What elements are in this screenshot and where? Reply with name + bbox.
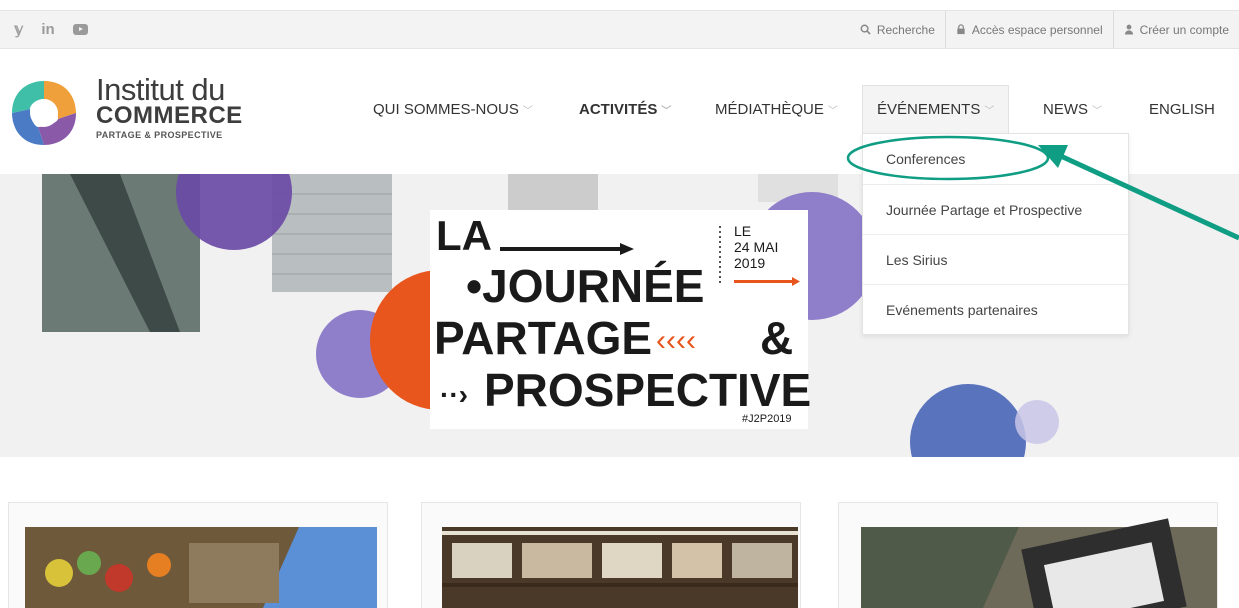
search-link[interactable]: Recherche <box>850 11 945 48</box>
dropdown-item-journee[interactable]: Journée Partage et Prospective <box>863 184 1128 234</box>
linkedin-icon[interactable]: in <box>41 22 54 37</box>
poster-date-year: 2019 <box>734 255 765 271</box>
content-card[interactable] <box>421 502 801 608</box>
personal-space-label: Accès espace personnel <box>971 22 1103 37</box>
nav-label: ÉVÉNEMENTS <box>877 101 981 118</box>
nav-item-mediatheque[interactable]: MÉDIATHÈQUE ﹀ <box>715 85 838 133</box>
dropdown-label: Journée Partage et Prospective <box>886 201 1083 218</box>
create-account-label: Créer un compte <box>1139 22 1229 37</box>
card-image-market <box>25 527 377 608</box>
twitter-icon[interactable]: 𝕪 <box>14 22 23 37</box>
blue-circle <box>910 384 1026 457</box>
nav-item-english[interactable]: ENGLISH <box>1149 85 1215 133</box>
poster-date-le: LE <box>734 223 751 239</box>
chevron-down-icon: ﹀ <box>827 105 838 117</box>
lock-icon <box>957 24 965 35</box>
nav-item-evenements[interactable]: ÉVÉNEMENTS ﹀ <box>862 85 1010 133</box>
create-account-link[interactable]: Créer un compte <box>1112 11 1239 48</box>
chevron-down-icon: ﹀ <box>522 105 533 117</box>
dropdown-label: Conferences <box>886 151 966 167</box>
nav-label: ACTIVITÉS <box>579 100 658 118</box>
evenements-dropdown: Conferences Journée Partage et Prospecti… <box>862 133 1129 335</box>
svg-text:‹‹‹‹: ‹‹‹‹ <box>656 324 696 357</box>
search-label: Recherche <box>876 22 935 37</box>
poster-prospective: PROSPECTIVE <box>484 364 811 416</box>
chevron-down-icon: ﹀ <box>661 105 672 117</box>
poster-partage: PARTAGE <box>434 312 652 364</box>
main-nav: QUI SOMMES-NOUS ﹀ ACTIVITÉS ﹀ MÉDIATHÈQUE ﹀… <box>0 85 1239 133</box>
poster-journee: •JOURNÉE <box>466 260 705 312</box>
user-icon <box>1124 24 1133 35</box>
dropdown-item-sirius[interactable]: Les Sirius <box>863 234 1128 284</box>
poster-date-day: 24 MAI <box>734 239 778 255</box>
nav-label: ENGLISH <box>1149 100 1215 118</box>
nav-label: QUI SOMMES-NOUS <box>373 100 519 118</box>
search-icon <box>860 24 871 35</box>
dropdown-label: Evénements partenaires <box>886 301 1038 318</box>
poster-hashtag: #J2P2019 <box>742 413 792 425</box>
poster-ampersand: & <box>760 312 793 364</box>
personal-space-link[interactable]: Accès espace personnel <box>944 11 1113 48</box>
card-image-desk <box>861 518 1217 608</box>
top-links: Recherche Accès espace personnel Créer u… <box>850 11 1239 48</box>
svg-text:··›: ··› <box>440 379 468 410</box>
top-bar: 𝕪 in Recherche Accès espace personnel Cr… <box>0 10 1239 49</box>
nav-label: NEWS <box>1043 100 1088 118</box>
nav-item-activites[interactable]: ACTIVITÉS ﹀ <box>579 85 671 133</box>
dropdown-item-conferences[interactable]: Conferences <box>863 134 1128 184</box>
social-links: 𝕪 in <box>14 11 88 48</box>
dropdown-item-partenaires[interactable]: Evénements partenaires <box>863 284 1128 334</box>
card-image-bookshelf <box>442 527 798 608</box>
nav-label: MÉDIATHÈQUE <box>715 100 824 118</box>
chevron-down-icon: ﹀ <box>1092 105 1102 117</box>
content-card[interactable] <box>8 502 388 608</box>
dropdown-label: Les Sirius <box>886 251 948 268</box>
poster-la: LA <box>436 212 492 259</box>
nav-item-qui-sommes-nous[interactable]: QUI SOMMES-NOUS ﹀ <box>373 85 533 133</box>
nav-item-news[interactable]: NEWS ﹀ <box>1043 85 1102 133</box>
youtube-icon[interactable] <box>72 24 88 35</box>
content-card[interactable] <box>838 502 1218 608</box>
chevron-down-icon: ﹀ <box>984 106 995 117</box>
